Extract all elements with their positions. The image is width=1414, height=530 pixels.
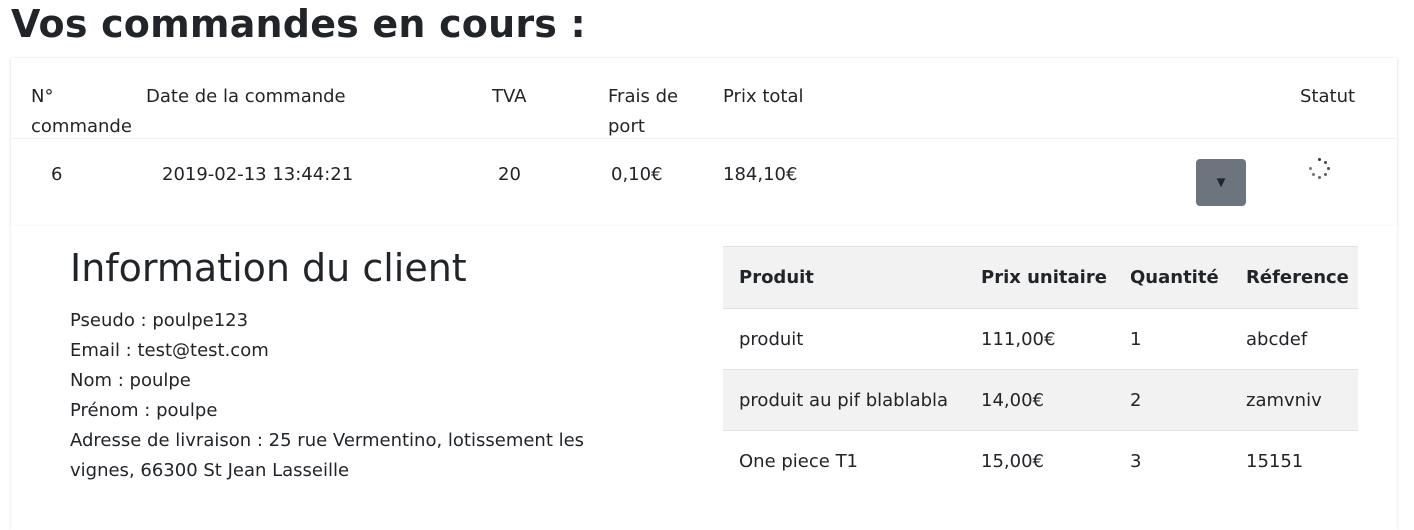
- page-title: Vos commandes en cours :: [11, 2, 586, 46]
- table-row: produit au pif blablabla 14,00€ 2 zamvni…: [723, 369, 1358, 431]
- product-reference: 15151: [1230, 430, 1358, 491]
- product-reference: zamvniv: [1230, 369, 1358, 431]
- header-order-date: Date de la commande: [146, 86, 346, 107]
- header-status: Statut: [1300, 86, 1356, 107]
- header-quantity: Quantité: [1114, 246, 1230, 309]
- product-quantity: 1: [1114, 308, 1230, 370]
- products-header-row: Produit Prix unitaire Quantité Réference: [723, 246, 1358, 309]
- product-unit-price: 14,00€: [965, 369, 1114, 431]
- order-date: 2019-02-13 13:44:21: [162, 164, 354, 185]
- product-reference: abcdef: [1230, 308, 1358, 370]
- header-total-price: Prix total: [723, 86, 804, 107]
- client-pseudo: Pseudo : poulpe123: [70, 310, 249, 331]
- client-info-title: Information du client: [70, 246, 467, 290]
- client-nom: Nom : poulpe: [70, 370, 191, 391]
- client-adresse: Adresse de livraison : 25 rue Vermentino…: [70, 430, 585, 481]
- header-tva: TVA: [492, 86, 527, 107]
- caret-down-icon: ▼: [1213, 174, 1229, 191]
- product-unit-price: 111,00€: [965, 308, 1114, 370]
- header-order-number: N° commande: [31, 86, 132, 137]
- order-shipping-cost: 0,10€: [611, 164, 663, 185]
- product-name: produit au pif blablabla: [723, 369, 965, 431]
- header-reference: Réference: [1230, 246, 1358, 309]
- order-total-price: 184,10€: [723, 164, 798, 185]
- client-prenom: Prénom : poulpe: [70, 400, 218, 421]
- header-shipping-cost: Frais de port: [608, 86, 679, 137]
- order-number: 6: [51, 164, 63, 185]
- order-details-panel: Information du client Pseudo : poulpe123…: [11, 226, 1397, 530]
- product-unit-price: 15,00€: [965, 430, 1114, 491]
- header-product: Produit: [723, 246, 965, 309]
- client-info: Pseudo : poulpe123 Email : test@test.com…: [70, 306, 650, 486]
- order-tva: 20: [498, 164, 521, 185]
- client-email: Email : test@test.com: [70, 340, 269, 361]
- header-divider: [11, 138, 1397, 139]
- product-name: produit: [723, 308, 965, 370]
- table-row: One piece T1 15,00€ 3 15151: [723, 430, 1358, 491]
- expand-order-button[interactable]: ▼: [1196, 159, 1246, 206]
- loading-spinner-icon: [1309, 158, 1331, 180]
- products-table: Produit Prix unitaire Quantité Réference…: [723, 246, 1358, 491]
- orders-table: N° commande Date de la commande TVA Frai…: [11, 58, 1397, 226]
- product-quantity: 3: [1114, 430, 1230, 491]
- header-unit-price: Prix unitaire: [965, 246, 1114, 309]
- table-row: produit 111,00€ 1 abcdef: [723, 308, 1358, 370]
- product-quantity: 2: [1114, 369, 1230, 431]
- product-name: One piece T1: [723, 430, 965, 491]
